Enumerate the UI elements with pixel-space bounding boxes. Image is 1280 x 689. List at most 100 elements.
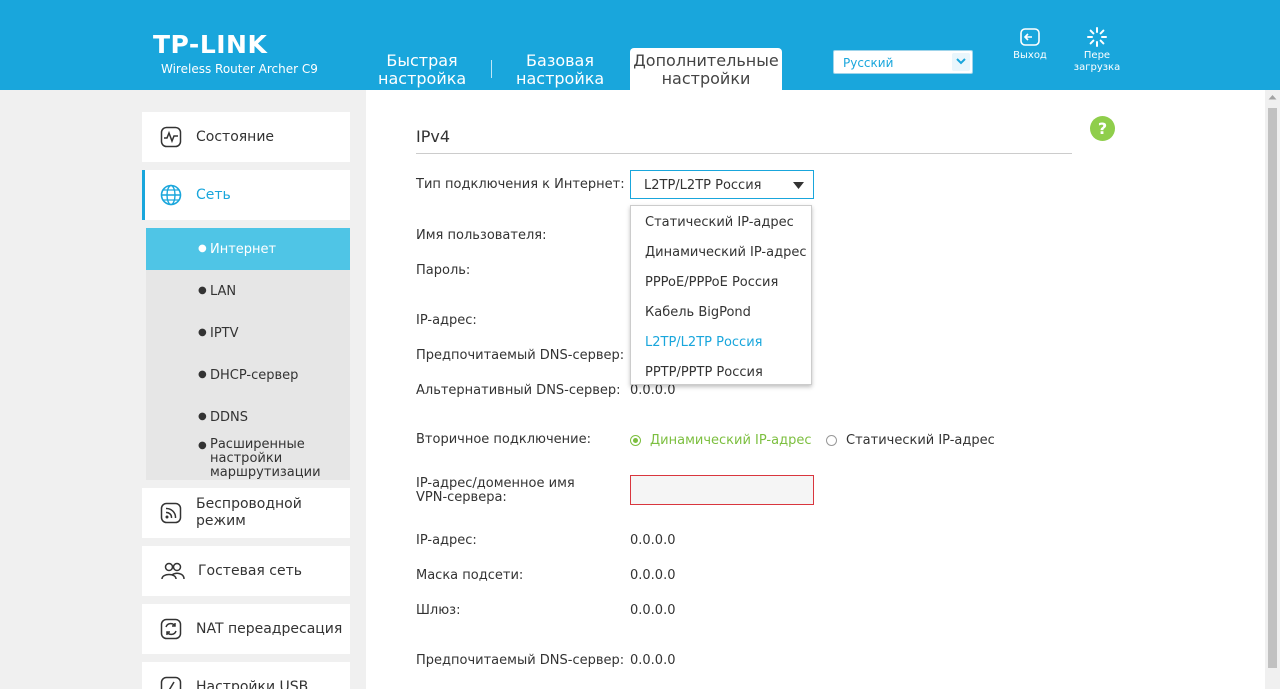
network-submenu: ● Интернет ● LAN ● IPTV ● DHCP-сервер ● … bbox=[146, 228, 350, 480]
ip-address-label: IP-адрес: bbox=[416, 313, 477, 328]
bullet-icon: ● bbox=[198, 285, 207, 296]
gateway-value: 0.0.0.0 bbox=[630, 603, 676, 618]
bullet-icon: ● bbox=[198, 327, 207, 338]
tab-quick-setup-line1: Быстрая bbox=[386, 51, 458, 70]
chevron-down-icon bbox=[952, 53, 970, 71]
dropdown-option[interactable]: Кабель BigPond bbox=[645, 305, 751, 320]
submenu-label: LAN bbox=[210, 284, 237, 299]
logout-button[interactable]: Выход bbox=[1010, 27, 1050, 62]
usb-icon bbox=[160, 676, 182, 689]
radio-static-ip[interactable] bbox=[826, 435, 837, 446]
primary-dns-value-2: 0.0.0.0 bbox=[630, 653, 676, 668]
submenu-item-iptv[interactable]: ● IPTV bbox=[146, 312, 350, 354]
sidebar-item-label: Гостевая сеть bbox=[198, 563, 302, 579]
status-icon bbox=[160, 126, 182, 148]
ip-address-label-2: IP-адрес: bbox=[416, 533, 477, 548]
scroll-up-arrow-icon[interactable] bbox=[1268, 94, 1277, 100]
submenu-item-dhcp[interactable]: ● DHCP-сервер bbox=[146, 354, 350, 396]
vpn-server-label: IP-адрес/доменное имя VPN-сервера: bbox=[416, 477, 575, 505]
radio-dynamic-label[interactable]: Динамический IP-адрес bbox=[650, 433, 811, 448]
sidebar-item-label: Состояние bbox=[196, 129, 275, 145]
reboot-button[interactable]: Пере загрузка bbox=[1072, 27, 1122, 74]
dropdown-option[interactable]: Статический IP-адрес bbox=[645, 215, 794, 230]
sidebar-item-label: Сеть bbox=[196, 187, 231, 203]
wireless-icon bbox=[160, 502, 182, 524]
submenu-label: IPTV bbox=[210, 326, 239, 341]
dropdown-option[interactable]: PPPoE/PPPoE Россия bbox=[645, 275, 778, 290]
submenu-label: Расширенные bbox=[210, 437, 305, 452]
submenu-label: Интернет bbox=[210, 242, 277, 257]
scrollbar-thumb[interactable] bbox=[1268, 108, 1277, 668]
reboot-icon bbox=[1087, 27, 1107, 47]
submenu-label: настройки bbox=[210, 451, 283, 466]
sidebar-item-label: NAT переадресация bbox=[196, 621, 343, 637]
submenu-item-routing[interactable]: ● Расширенные настройки маршрутизации bbox=[146, 438, 350, 480]
vpn-server-input[interactable] bbox=[630, 475, 814, 505]
radio-dynamic-ip[interactable] bbox=[630, 435, 641, 446]
submenu-label: DHCP-сервер bbox=[210, 368, 299, 383]
dropdown-option[interactable]: PPTP/PPTP Россия bbox=[645, 365, 763, 380]
router-model: Wireless Router Archer C9 bbox=[161, 62, 318, 76]
language-select[interactable]: Русский bbox=[833, 50, 973, 74]
tab-quick-setup-line2: настройка bbox=[378, 69, 467, 88]
tab-quick-setup[interactable]: Быстрая настройка bbox=[378, 52, 466, 88]
vpn-server-label-line2: VPN-сервера: bbox=[416, 490, 507, 505]
gateway-label: Шлюз: bbox=[416, 603, 461, 618]
submenu-label: маршрутизации bbox=[210, 465, 321, 480]
tab-advanced[interactable]: Дополнительные настройки bbox=[630, 48, 782, 90]
sidebar-item-guest[interactable]: Гостевая сеть bbox=[142, 546, 350, 596]
bullet-icon: ● bbox=[198, 440, 207, 451]
primary-dns-label: Предпочитаемый DNS-сервер: bbox=[416, 348, 625, 363]
tab-advanced-line2: настройки bbox=[661, 69, 751, 88]
logout-label: Выход bbox=[1013, 50, 1047, 61]
logout-icon bbox=[1020, 28, 1040, 46]
brand-logo: TP-LINK bbox=[153, 30, 268, 59]
subnet-mask-value: 0.0.0.0 bbox=[630, 568, 676, 583]
radio-static-label[interactable]: Статический IP-адрес bbox=[846, 433, 995, 448]
reboot-label-line2: загрузка bbox=[1073, 62, 1121, 73]
alt-dns-label: Альтернативный DNS-сервер: bbox=[416, 383, 621, 398]
sidebar-item-label: Настройки USB bbox=[196, 679, 309, 689]
tab-basic-line2: настройка bbox=[516, 69, 605, 88]
bullet-icon: ● bbox=[198, 369, 207, 380]
secondary-connection-label: Вторичное подключение: bbox=[416, 432, 591, 447]
section-title: IPv4 bbox=[416, 127, 451, 146]
password-label: Пароль: bbox=[416, 263, 471, 278]
bullet-icon: ● bbox=[198, 243, 207, 254]
submenu-item-internet[interactable]: ● Интернет bbox=[146, 228, 350, 270]
dropdown-option-selected[interactable]: L2TP/L2TP Россия bbox=[645, 335, 762, 350]
language-value: Русский bbox=[843, 56, 894, 70]
section-divider bbox=[416, 153, 1072, 154]
sidebar-item-usb[interactable]: Настройки USB bbox=[142, 662, 350, 689]
nat-forwarding-icon bbox=[160, 618, 182, 640]
connection-type-value: L2TP/L2TP Россия bbox=[644, 178, 762, 193]
tab-basic[interactable]: Базовая настройка bbox=[516, 52, 604, 88]
submenu-item-lan[interactable]: ● LAN bbox=[146, 270, 350, 312]
sidebar-item-nat[interactable]: NAT переадресация bbox=[142, 604, 350, 654]
connection-type-select[interactable]: L2TP/L2TP Россия bbox=[630, 170, 814, 199]
guest-users-icon bbox=[161, 562, 185, 580]
sidebar-item-status[interactable]: Состояние bbox=[142, 112, 350, 162]
tab-advanced-line1: Дополнительные bbox=[633, 51, 779, 70]
sidebar-item-wireless[interactable]: Беспроводной режим bbox=[142, 488, 350, 538]
help-icon[interactable]: ? bbox=[1090, 116, 1115, 141]
caret-down-icon bbox=[793, 182, 804, 189]
username-label: Имя пользователя: bbox=[416, 228, 547, 243]
primary-dns-label-2: Предпочитаемый DNS-сервер: bbox=[416, 653, 625, 668]
sidebar-item-label: режим bbox=[196, 513, 246, 529]
bullet-icon: ● bbox=[198, 411, 207, 422]
sidebar-item-label: Беспроводной bbox=[196, 496, 302, 512]
tab-basic-line1: Базовая bbox=[526, 51, 594, 70]
connection-type-label: Тип подключения к Интернет: bbox=[416, 177, 625, 192]
submenu-item-ddns[interactable]: ● DDNS bbox=[146, 396, 350, 438]
reboot-label-line1: Пере bbox=[1083, 50, 1111, 61]
ip-address-value: 0.0.0.0 bbox=[630, 533, 676, 548]
dropdown-option[interactable]: Динамический IP-адрес bbox=[645, 245, 806, 260]
sidebar-item-network[interactable]: Сеть bbox=[142, 170, 350, 220]
alt-dns-value: 0.0.0.0 bbox=[630, 383, 676, 398]
tab-divider bbox=[491, 60, 492, 78]
globe-icon bbox=[160, 184, 182, 206]
submenu-label: DDNS bbox=[210, 410, 248, 425]
vpn-server-label-line1: IP-адрес/доменное имя bbox=[416, 476, 575, 491]
connection-type-dropdown: Статический IP-адрес Динамический IP-адр… bbox=[630, 205, 812, 385]
